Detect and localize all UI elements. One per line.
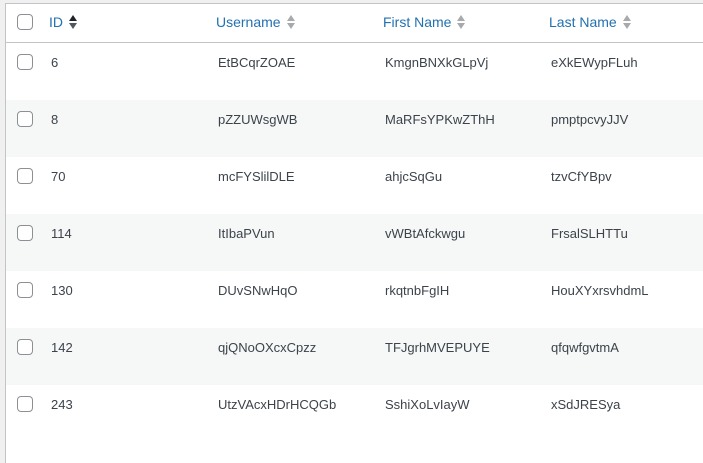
cell-last-name: HouXYxrsvhdmL xyxy=(551,283,649,298)
row-checkbox[interactable] xyxy=(17,282,33,298)
column-header-last-name[interactable]: Last Name xyxy=(549,14,632,30)
row-checkbox[interactable] xyxy=(17,225,33,241)
sort-icon[interactable] xyxy=(286,14,296,30)
column-header-last-name-label: Last Name xyxy=(549,14,617,30)
column-header-id-label: ID xyxy=(49,14,63,30)
cell-last-name: tzvCfYBpv xyxy=(551,169,612,184)
cell-last-name: xSdJRESya xyxy=(551,397,621,412)
cell-first-name: rkqtnbFgIH xyxy=(385,283,450,298)
row-checkbox[interactable] xyxy=(17,111,33,127)
cell-username: EtBCqrZOAE xyxy=(218,55,296,70)
table-row: 243 UtzVAcxHDrHCQGb SshiXoLvIayW xSdJRES… xyxy=(6,385,703,442)
cell-username: UtzVAcxHDrHCQGb xyxy=(218,397,337,412)
table-row: 130 DUvSNwHqO rkqtnbFgIH HouXYxrsvhdmL xyxy=(6,271,703,328)
sort-icon[interactable] xyxy=(622,14,632,30)
cell-id: 130 xyxy=(51,283,73,298)
column-header-first-name[interactable]: First Name xyxy=(383,14,466,30)
select-all-checkbox[interactable] xyxy=(17,14,33,30)
cell-last-name: eXkEWypFLuh xyxy=(551,55,638,70)
cell-first-name: MaRFsYPKwZThH xyxy=(385,112,495,127)
cell-username: mcFYSlilDLE xyxy=(218,169,295,184)
table-row: 114 ItIbaPVun vWBtAfckwgu FrsalSLHTTu xyxy=(6,214,703,271)
cell-id: 243 xyxy=(51,397,73,412)
cell-id: 142 xyxy=(51,340,73,355)
table-header: ID Username First Name Last Name xyxy=(6,4,703,43)
cell-first-name: TFJgrhMVEPUYE xyxy=(385,340,490,355)
cell-username: DUvSNwHqO xyxy=(218,283,298,298)
cell-first-name: vWBtAfckwgu xyxy=(385,226,466,241)
cell-id: 70 xyxy=(51,169,66,184)
column-header-first-name-label: First Name xyxy=(383,14,452,30)
table-row: 6 EtBCqrZOAE KmgnBNXkGLpVj eXkEWypFLuh xyxy=(6,43,703,100)
cell-first-name: SshiXoLvIayW xyxy=(385,397,470,412)
table-row: 142 qjQNoOXcxCpzz TFJgrhMVEPUYE qfqwfgvt… xyxy=(6,328,703,385)
cell-id: 114 xyxy=(51,226,72,241)
cell-first-name: ahjcSqGu xyxy=(385,169,443,184)
row-checkbox[interactable] xyxy=(17,168,33,184)
cell-id: 6 xyxy=(51,55,59,70)
column-header-username-label: Username xyxy=(216,14,281,30)
column-header-id[interactable]: ID xyxy=(49,14,78,30)
cell-username: qjQNoOXcxCpzz xyxy=(218,340,317,355)
row-checkbox[interactable] xyxy=(17,339,33,355)
table-row: 70 mcFYSlilDLE ahjcSqGu tzvCfYBpv xyxy=(6,157,703,214)
cell-username: ItIbaPVun xyxy=(218,226,275,241)
row-checkbox[interactable] xyxy=(17,54,33,70)
cell-first-name: KmgnBNXkGLpVj xyxy=(385,55,489,70)
table-row: 8 pZZUWsgWB MaRFsYPKwZThH pmptpcvyJJV xyxy=(6,100,703,157)
cell-last-name: qfqwfgvtmA xyxy=(551,340,619,355)
cell-id: 8 xyxy=(51,112,59,127)
cell-username: pZZUWsgWB xyxy=(218,112,298,127)
row-checkbox[interactable] xyxy=(17,396,33,412)
column-header-username[interactable]: Username xyxy=(216,14,296,30)
sort-ascending-icon[interactable] xyxy=(69,14,78,30)
cell-last-name: pmptpcvyJJV xyxy=(551,112,629,127)
sort-icon[interactable] xyxy=(457,14,466,30)
cell-last-name: FrsalSLHTTu xyxy=(551,226,628,241)
users-table: ID Username First Name Last Name 6 EtBCq… xyxy=(5,3,703,463)
